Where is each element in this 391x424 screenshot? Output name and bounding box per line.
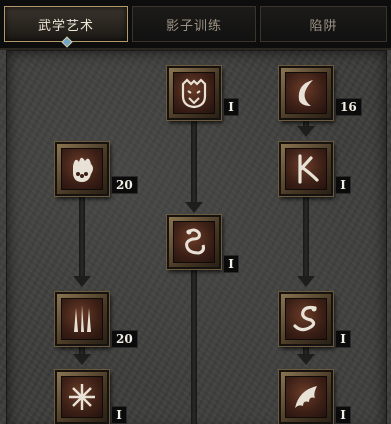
tab-traps[interactable]: 陷阱	[260, 6, 387, 42]
connector-line	[303, 196, 309, 276]
serpent-coil-icon	[173, 221, 215, 263]
dragon-wing-icon	[285, 376, 327, 418]
skill-node-fists-of-fire[interactable]	[55, 142, 109, 196]
connector-line	[191, 267, 197, 424]
skill-node-dragon-talon[interactable]	[279, 142, 333, 196]
connector-arrow-icon	[73, 276, 91, 287]
tiger-head-icon	[173, 72, 215, 114]
skill-node-cobra-strike[interactable]	[167, 215, 221, 269]
crescent-claw-icon	[285, 72, 327, 114]
skill-node-dragon-tail[interactable]	[279, 370, 333, 424]
skill-level-badge: I	[335, 176, 351, 194]
connector-arrow-icon	[73, 354, 91, 365]
skill-level-badge: I	[111, 406, 127, 424]
kick-icon	[285, 148, 327, 190]
skill-level-badge: I	[335, 406, 351, 424]
skill-level-badge: I	[223, 255, 239, 273]
connector-line	[79, 346, 85, 354]
tab-martial-arts[interactable]: 武学艺术	[4, 6, 128, 48]
connector-line	[303, 346, 309, 354]
connector-line	[191, 120, 197, 202]
skill-node-claws-of-thunder[interactable]	[55, 292, 109, 346]
skill-tree-panel: 武学艺术 影子训练 陷阱 I 16 20 I I 20 I I I	[0, 0, 391, 424]
skill-level-badge: I	[335, 330, 351, 348]
skill-tab-bar: 武学艺术 影子训练 陷阱	[0, 0, 391, 50]
skill-level-badge: 16	[335, 98, 362, 116]
skill-level-badge: 20	[111, 176, 138, 194]
tab-shadow-disciplines-label: 影子训练	[165, 18, 222, 34]
skill-node-tiger-strike[interactable]	[167, 66, 221, 120]
starburst-icon	[61, 376, 103, 418]
active-tab-indicator-icon	[61, 36, 73, 48]
dragon-serpent-icon	[285, 298, 327, 340]
flaming-fist-icon	[61, 148, 103, 190]
connector-arrow-icon	[297, 354, 315, 365]
skill-level-badge: 20	[111, 330, 138, 348]
connector-arrow-icon	[297, 126, 315, 137]
skill-node-dragon-claw[interactable]	[279, 292, 333, 346]
skill-level-badge: I	[223, 98, 239, 116]
connector-line	[79, 196, 85, 276]
skill-node-claw-mastery[interactable]	[279, 66, 333, 120]
skill-node-blades-of-ice[interactable]	[55, 370, 109, 424]
tab-shadow-disciplines[interactable]: 影子训练	[132, 6, 256, 42]
connector-arrow-icon	[185, 202, 203, 213]
tab-traps-label: 陷阱	[309, 18, 338, 34]
triple-claw-icon	[61, 298, 103, 340]
tab-martial-arts-label: 武学艺术	[37, 18, 94, 34]
connector-arrow-icon	[297, 276, 315, 287]
